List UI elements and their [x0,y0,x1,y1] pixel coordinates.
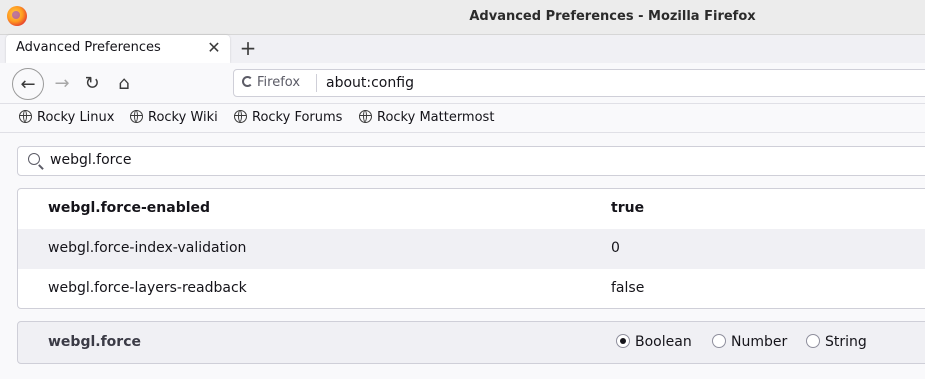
url-separator [316,74,317,92]
new-tab-button[interactable]: + [237,36,259,60]
globe-icon [359,110,372,123]
about-config-page: webgl.force webgl.force-enabled true web… [0,133,925,379]
pref-value: 0 [611,240,620,256]
url-bar[interactable]: Firefox about:config [233,69,925,97]
preference-search-input[interactable]: webgl.force [17,146,925,176]
bookmarks-toolbar: Rocky Linux Rocky Wiki Rocky Forums Rock… [0,104,925,133]
identity-label: Firefox [257,75,301,90]
tab-advanced-preferences[interactable]: Advanced Preferences ✕ [6,35,230,63]
type-radio-string[interactable]: String [806,334,867,350]
table-row[interactable]: webgl.force-enabled true [18,189,925,229]
url-text[interactable]: about:config [326,75,414,91]
radio-label: Boolean [635,334,692,350]
back-button[interactable]: ← [12,68,44,100]
bookmark-label: Rocky Linux [37,110,115,125]
globe-icon [234,110,247,123]
pref-value: true [611,200,645,216]
radio-unchecked-icon [712,334,726,348]
new-preference-row: webgl.force Boolean Number String [17,321,925,364]
radio-label: String [825,334,867,350]
firefox-identity-icon [242,76,253,87]
bookmark-rocky-mattermost[interactable]: Rocky Mattermost [359,110,494,125]
radio-label: Number [731,334,788,350]
table-row[interactable]: webgl.force-index-validation 0 [18,229,925,269]
radio-unchecked-icon [806,334,820,348]
bookmark-label: Rocky Mattermost [377,110,495,125]
home-button[interactable]: ⌂ [110,69,138,97]
type-radio-boolean[interactable]: Boolean [616,334,692,350]
forward-button[interactable]: → [48,69,76,97]
reload-button[interactable]: ↻ [78,69,106,97]
type-radio-number[interactable]: Number [712,334,787,350]
preferences-table: webgl.force-enabled true webgl.force-ind… [17,188,925,309]
identity-box[interactable]: Firefox [242,75,300,90]
table-row[interactable]: webgl.force-layers-readback false [18,269,925,308]
navigation-toolbar: ← → ↻ ⌂ Firefox about:config [0,63,925,104]
search-value[interactable]: webgl.force [50,152,131,168]
search-icon [28,153,40,165]
close-tab-icon[interactable]: ✕ [206,38,222,57]
globe-icon [19,110,32,123]
bookmark-label: Rocky Wiki [148,110,218,125]
globe-icon [130,110,143,123]
bookmark-rocky-linux[interactable]: Rocky Linux [19,110,114,125]
pref-name: webgl.force-index-validation [48,240,247,256]
tab-title: Advanced Preferences [16,40,161,55]
window-titlebar: Advanced Preferences - Mozilla Firefox [0,0,925,35]
window-title: Advanced Preferences - Mozilla Firefox [469,9,756,24]
pref-name: webgl.force-enabled [48,200,211,216]
bookmark-rocky-wiki[interactable]: Rocky Wiki [130,110,218,125]
tab-strip: Advanced Preferences ✕ + [0,35,925,63]
bookmark-rocky-forums[interactable]: Rocky Forums [234,110,342,125]
pref-value: false [611,280,645,296]
bookmark-label: Rocky Forums [252,110,343,125]
pref-name: webgl.force-layers-readback [48,280,247,296]
new-pref-name: webgl.force [48,334,141,350]
radio-checked-icon [616,334,630,348]
